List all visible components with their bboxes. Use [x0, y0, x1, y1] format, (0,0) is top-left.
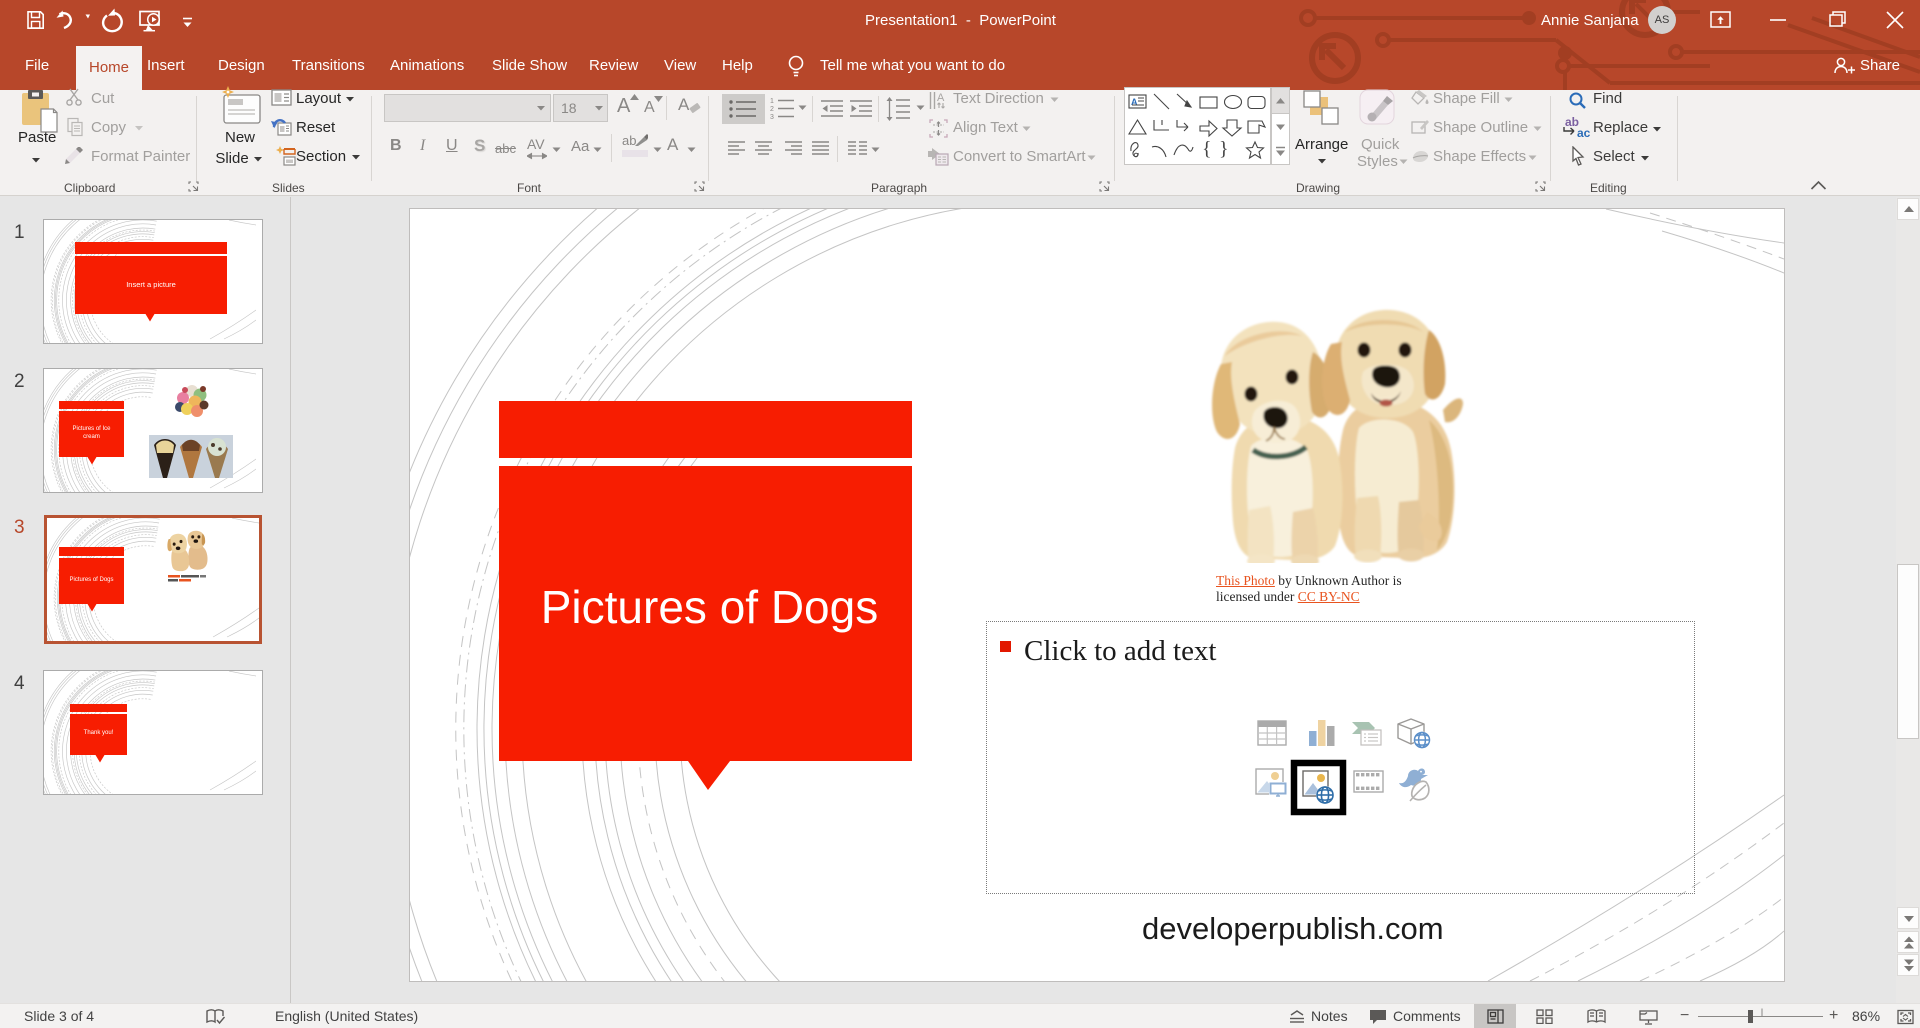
svg-text:{: {	[1202, 138, 1212, 160]
svg-text:2: 2	[770, 106, 774, 113]
svg-text:3: 3	[770, 114, 774, 121]
svg-text:1: 1	[770, 98, 774, 105]
svg-text:}: }	[1219, 138, 1229, 160]
svg-text:A: A	[937, 92, 945, 104]
